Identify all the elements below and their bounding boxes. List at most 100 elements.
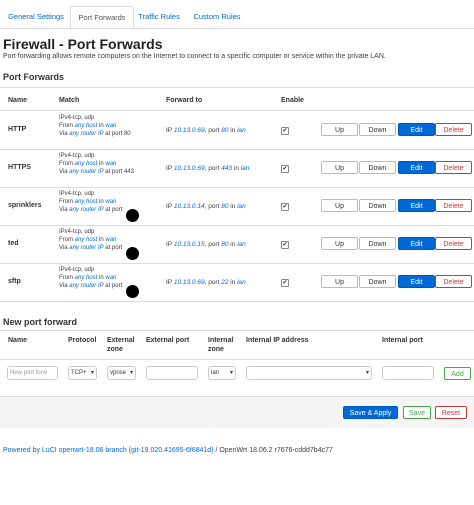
match-from: From any host in wan — [59, 198, 122, 206]
forward-zone: lan — [237, 127, 246, 134]
match-from-label: From — [59, 161, 75, 167]
column-header-name: Name — [8, 337, 28, 344]
check-icon: ✔ — [282, 280, 288, 286]
new-name-input[interactable]: New port forw — [7, 366, 58, 380]
reset-button[interactable]: Reset — [435, 406, 467, 419]
rule-forward-to: IP 10.13.0.15, port 80 in lan — [166, 241, 246, 248]
delete-button[interactable]: Delete — [435, 199, 472, 212]
match-via: Via any router IP at port — [59, 282, 122, 290]
actions-bar: Save & Apply Save Reset — [0, 396, 474, 428]
match-from-zone: wan — [105, 123, 117, 129]
table-row: HTTP IPv4-tcp, udp From any host in wan Via… — [0, 112, 474, 150]
move-up-button[interactable]: Up — [321, 199, 358, 212]
match-via-router: any router IP — [69, 283, 104, 289]
match-via: Via any router IP at port — [59, 206, 122, 214]
column-header-external-zone-line2: zone — [107, 346, 123, 353]
enable-checkbox[interactable]: ✔ — [281, 241, 289, 249]
version-text: / OpenWrt 18.06.2 r7676-cddd7b4c77 — [213, 447, 333, 454]
save-button[interactable]: Save — [403, 406, 431, 419]
move-up-button[interactable]: Up — [321, 123, 358, 136]
move-down-button[interactable]: Down — [359, 237, 396, 250]
column-header-external-zone-line1: External — [107, 337, 135, 344]
match-via-label: Via — [59, 207, 70, 213]
move-down-button[interactable]: Down — [359, 161, 396, 174]
save-apply-button[interactable]: Save & Apply — [343, 406, 398, 419]
delete-button[interactable]: Delete — [435, 123, 472, 136]
forward-in-label: in — [228, 279, 238, 286]
divider — [0, 330, 474, 331]
enable-checkbox[interactable]: ✔ — [281, 279, 289, 287]
tab-general-settings[interactable]: General Settings — [3, 6, 69, 28]
match-via-label: Via — [59, 131, 70, 137]
rule-forward-to: IP 10.13.0.69, port 443 in lan — [166, 165, 249, 172]
forward-ip: 10.13.0.15 — [173, 241, 205, 248]
move-down-button[interactable]: Down — [359, 199, 396, 212]
external-port-input[interactable] — [146, 366, 198, 380]
match-from: From any host in wan — [59, 122, 131, 130]
match-via-port: at port — [103, 245, 123, 251]
column-header-external-port: External port — [146, 337, 190, 344]
delete-button[interactable]: Delete — [435, 275, 472, 288]
edit-button[interactable]: Edit — [398, 199, 435, 212]
edit-button[interactable]: Edit — [398, 275, 435, 288]
forward-ip-label: IP — [166, 165, 174, 172]
add-button[interactable]: Add — [444, 367, 471, 380]
divider — [0, 110, 474, 111]
forward-ip-label: IP — [166, 241, 174, 248]
move-up-button[interactable]: Up — [321, 275, 358, 288]
match-via-label: Via — [59, 245, 70, 251]
edit-button[interactable]: Edit — [398, 161, 435, 174]
rule-name: sprinklers — [8, 202, 42, 209]
match-protocol: IPv4-tcp, udp — [59, 191, 95, 197]
match-via: Via any router IP at port 80 — [59, 130, 131, 138]
tab-port-forwards[interactable]: Port Forwards — [70, 6, 134, 30]
column-header-internal-port: Internal port — [382, 337, 423, 344]
column-header-internal-zone-line2: zone — [208, 346, 224, 353]
tab-custom-rules[interactable]: Custom Rules — [188, 6, 246, 28]
column-header-match: Match — [59, 97, 80, 104]
enable-checkbox[interactable]: ✔ — [281, 203, 289, 211]
divider — [0, 301, 474, 302]
match-via-port: at port 443 — [103, 169, 134, 175]
table-row: HTTPS IPv4-tcp, udp From any host in wan Vi… — [0, 150, 474, 188]
delete-button[interactable]: Delete — [435, 161, 472, 174]
rule-forward-to: IP 10.13.0.14, port 80 in lan — [166, 203, 246, 210]
match-from-zone: wan — [105, 199, 117, 205]
edit-button[interactable]: Edit — [398, 123, 435, 136]
internal-ip-select[interactable]: ▾ — [246, 366, 372, 380]
delete-button[interactable]: Delete — [435, 237, 472, 250]
match-from-host: any host — [74, 237, 98, 243]
enable-checkbox[interactable]: ✔ — [281, 127, 289, 135]
move-up-button[interactable]: Up — [321, 161, 358, 174]
external-zone-value: vpnse — [110, 370, 127, 376]
enable-checkbox[interactable]: ✔ — [281, 165, 289, 173]
check-icon: ✔ — [282, 204, 288, 210]
forward-ip: 10.13.0.69 — [173, 279, 205, 286]
edit-button[interactable]: Edit — [398, 237, 435, 250]
external-zone-select[interactable]: vpnse ▾ — [107, 366, 136, 380]
check-icon: ✔ — [282, 242, 288, 248]
match-from-label: From — [59, 199, 75, 205]
rule-name: sftp — [8, 278, 21, 285]
forward-zone: lan — [240, 165, 250, 172]
move-up-button[interactable]: Up — [321, 237, 358, 250]
match-from-host: any host — [74, 123, 98, 129]
move-down-button[interactable]: Down — [359, 123, 396, 136]
move-down-button[interactable]: Down — [359, 275, 396, 288]
match-from-label: From — [59, 123, 75, 129]
protocol-value: TCP+ — [71, 370, 87, 376]
internal-zone-select[interactable]: lan ▾ — [208, 366, 236, 380]
match-protocol: IPv4-tcp, udp — [59, 267, 95, 273]
forward-ip: 10.13.0.14 — [173, 203, 205, 210]
internal-port-input[interactable] — [382, 366, 434, 380]
match-via-router: any router IP — [69, 207, 104, 213]
match-from-zone: wan — [105, 275, 117, 281]
protocol-select[interactable]: TCP+ ▾ — [68, 366, 97, 380]
table-row: sprinklers IPv4-tcp, udp From any host in … — [0, 188, 474, 226]
page-title: Firewall - Port Forwards — [3, 36, 163, 52]
match-via: Via any router IP at port 443 — [59, 168, 134, 176]
tab-traffic-rules[interactable]: Traffic Rules — [133, 6, 185, 28]
luci-link[interactable]: Powered by LuCI openwrt-18.06 branch (gi… — [3, 447, 214, 454]
redaction-mark — [126, 285, 139, 298]
column-header-internal-ip: Internal IP address — [246, 337, 309, 344]
